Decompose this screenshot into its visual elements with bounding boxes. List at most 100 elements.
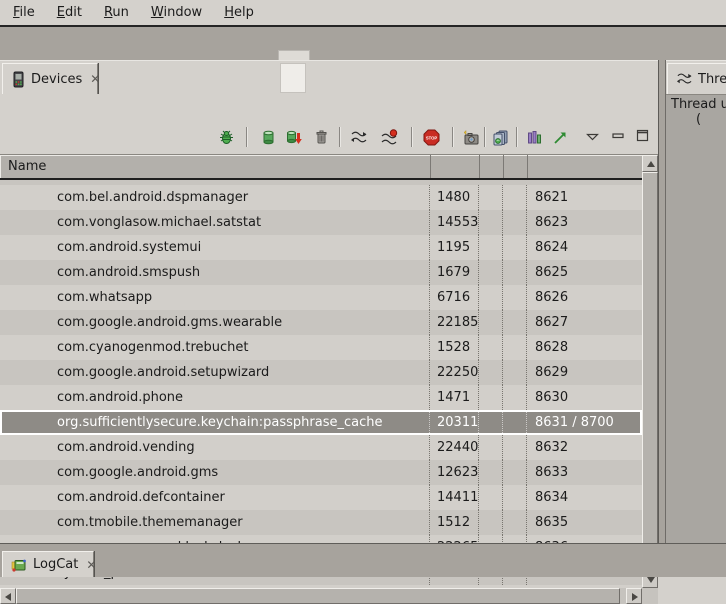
process-port-cell: 8627 xyxy=(527,310,642,335)
scroll-right-button[interactable] xyxy=(626,588,642,604)
main-toolbar-band xyxy=(0,27,726,60)
vertical-scrollbar[interactable] xyxy=(642,155,658,588)
update-threads-icon[interactable] xyxy=(350,129,367,146)
dump-hprof-icon[interactable] xyxy=(285,129,302,146)
tab-devices-label: Devices xyxy=(31,72,82,87)
scroll-left-button[interactable] xyxy=(0,588,16,604)
process-pid-cell: 1195 xyxy=(430,235,479,260)
menu-item[interactable]: Window xyxy=(140,0,213,25)
tab-threads[interactable]: Threads xyxy=(667,63,726,94)
cause-gc-icon[interactable] xyxy=(313,129,330,146)
process-name-cell: com.whatsapp xyxy=(0,285,430,310)
process-name-cell: com.vonglasow.michael.satstat xyxy=(0,210,430,235)
empty-cell xyxy=(503,360,527,385)
horizontal-scroll-thumb[interactable] xyxy=(16,588,620,604)
process-pid-cell: 1480 xyxy=(430,185,479,210)
empty-cell xyxy=(503,235,527,260)
toolbar-separator xyxy=(411,127,412,147)
column-header-name: Name xyxy=(0,159,46,174)
process-table: Name com.bel.android.dspmanager 1480 862… xyxy=(0,154,658,603)
close-icon[interactable]: ✕ xyxy=(86,558,96,572)
process-name-cell: com.android.systemui xyxy=(0,235,430,260)
svg-text:STOP: STOP xyxy=(426,135,438,140)
empty-cell xyxy=(503,410,527,435)
table-row[interactable]: com.google.android.gms.wearable 22185 86… xyxy=(0,310,642,335)
empty-cell xyxy=(503,435,527,460)
vertical-scroll-thumb[interactable] xyxy=(642,172,658,567)
table-row[interactable]: com.google.android.setupwizard 22250 862… xyxy=(0,360,642,385)
table-row[interactable]: com.android.defcontainer 14411 8634 xyxy=(0,485,642,510)
column-divider[interactable] xyxy=(430,155,431,178)
menu-item[interactable]: Help xyxy=(213,0,265,25)
start-method-profiling-icon[interactable] xyxy=(381,129,398,146)
empty-cell xyxy=(479,435,503,460)
debug-process-icon[interactable] xyxy=(218,129,235,146)
process-name-cell: com.android.defcontainer xyxy=(0,485,430,510)
menu-bar: File Edit Run Window Help xyxy=(0,0,726,27)
empty-cell xyxy=(479,410,503,435)
stop-process-icon[interactable]: STOP xyxy=(423,129,440,146)
process-pid-cell: 1679 xyxy=(430,260,479,285)
logcat-icon xyxy=(11,557,27,573)
process-port-cell: 8624 xyxy=(527,235,642,260)
process-name-cell: org.sufficientlysecure.keychain:passphra… xyxy=(0,410,430,435)
menu-item[interactable]: Run xyxy=(93,0,140,25)
process-port-cell: 8629 xyxy=(527,360,642,385)
toolbar-drag-handle[interactable] xyxy=(278,50,310,60)
system-info-icon[interactable] xyxy=(526,129,543,146)
empty-cell xyxy=(479,185,503,210)
empty-cell xyxy=(479,310,503,335)
update-heap-icon[interactable] xyxy=(260,129,277,146)
table-row[interactable]: com.cyanogenmod.trebuchet 1528 8628 xyxy=(0,335,642,360)
arrow-left-icon xyxy=(5,593,11,601)
process-pid-cell: 22185 xyxy=(430,310,479,335)
menu-item[interactable]: File xyxy=(2,0,46,25)
column-divider[interactable] xyxy=(527,155,528,178)
column-divider[interactable] xyxy=(503,155,504,178)
process-port-cell: 8625 xyxy=(527,260,642,285)
threads-tab-row: Threads xyxy=(666,60,726,95)
empty-cell xyxy=(479,260,503,285)
scroll-up-button[interactable] xyxy=(642,155,658,172)
tree-arrow-icon[interactable] xyxy=(552,129,569,146)
empty-cell xyxy=(479,335,503,360)
threads-icon xyxy=(676,71,692,87)
view-menu-icon[interactable] xyxy=(586,133,603,150)
empty-cell xyxy=(503,260,527,285)
table-row[interactable]: org.sufficientlysecure.keychain:passphra… xyxy=(0,410,642,435)
table-row[interactable]: com.vonglasow.michael.satstat 14553 8623 xyxy=(0,210,642,235)
tab-devices[interactable]: Devices ✕ xyxy=(2,63,98,94)
process-pid-cell: 1471 xyxy=(430,385,479,410)
table-header: Name xyxy=(0,155,642,180)
table-row[interactable]: com.google.android.gms 12623 8633 xyxy=(0,460,642,485)
tab-logcat[interactable]: LogCat ✕ xyxy=(2,551,94,577)
table-row[interactable]: com.whatsapp 6716 8626 xyxy=(0,285,642,310)
process-name-cell: com.cyanogenmod.trebuchet xyxy=(0,335,430,360)
table-row[interactable]: com.bel.android.dspmanager 1480 8621 xyxy=(0,185,642,210)
process-port-cell: 8631 / 8700 xyxy=(527,410,642,435)
table-row[interactable]: com.android.systemui 1195 8624 xyxy=(0,235,642,260)
process-port-cell: 8630 xyxy=(527,385,642,410)
process-pid-cell: 14553 xyxy=(430,210,479,235)
close-icon[interactable]: ✕ xyxy=(90,72,100,86)
devices-tab-row: Devices ✕ xyxy=(0,60,658,95)
table-row[interactable]: com.android.phone 1471 8630 xyxy=(0,385,642,410)
screen-capture-icon[interactable] xyxy=(462,129,479,146)
table-row[interactable]: com.android.vending 22440 8632 xyxy=(0,435,642,460)
menu-item[interactable]: Edit xyxy=(46,0,93,25)
ddms-window: File Edit Run Window Help Devices ✕ xyxy=(0,0,726,577)
empty-cell xyxy=(503,510,527,535)
empty-cell xyxy=(479,235,503,260)
column-divider[interactable] xyxy=(479,155,480,178)
bottom-view-strip: LogCat ✕ xyxy=(0,543,726,577)
minimize-icon[interactable] xyxy=(612,133,629,150)
device-view-icon[interactable] xyxy=(492,129,509,146)
maximize-icon[interactable] xyxy=(636,129,653,146)
toolbar-separator xyxy=(246,127,247,147)
process-name-cell: com.android.smspush xyxy=(0,260,430,285)
process-pid-cell: 12623 xyxy=(430,460,479,485)
table-row[interactable]: com.android.smspush 1679 8625 xyxy=(0,260,642,285)
table-row[interactable]: com.tmobile.thememanager 1512 8635 xyxy=(0,510,642,535)
process-pid-cell: 14411 xyxy=(430,485,479,510)
horizontal-scrollbar[interactable] xyxy=(0,588,642,604)
